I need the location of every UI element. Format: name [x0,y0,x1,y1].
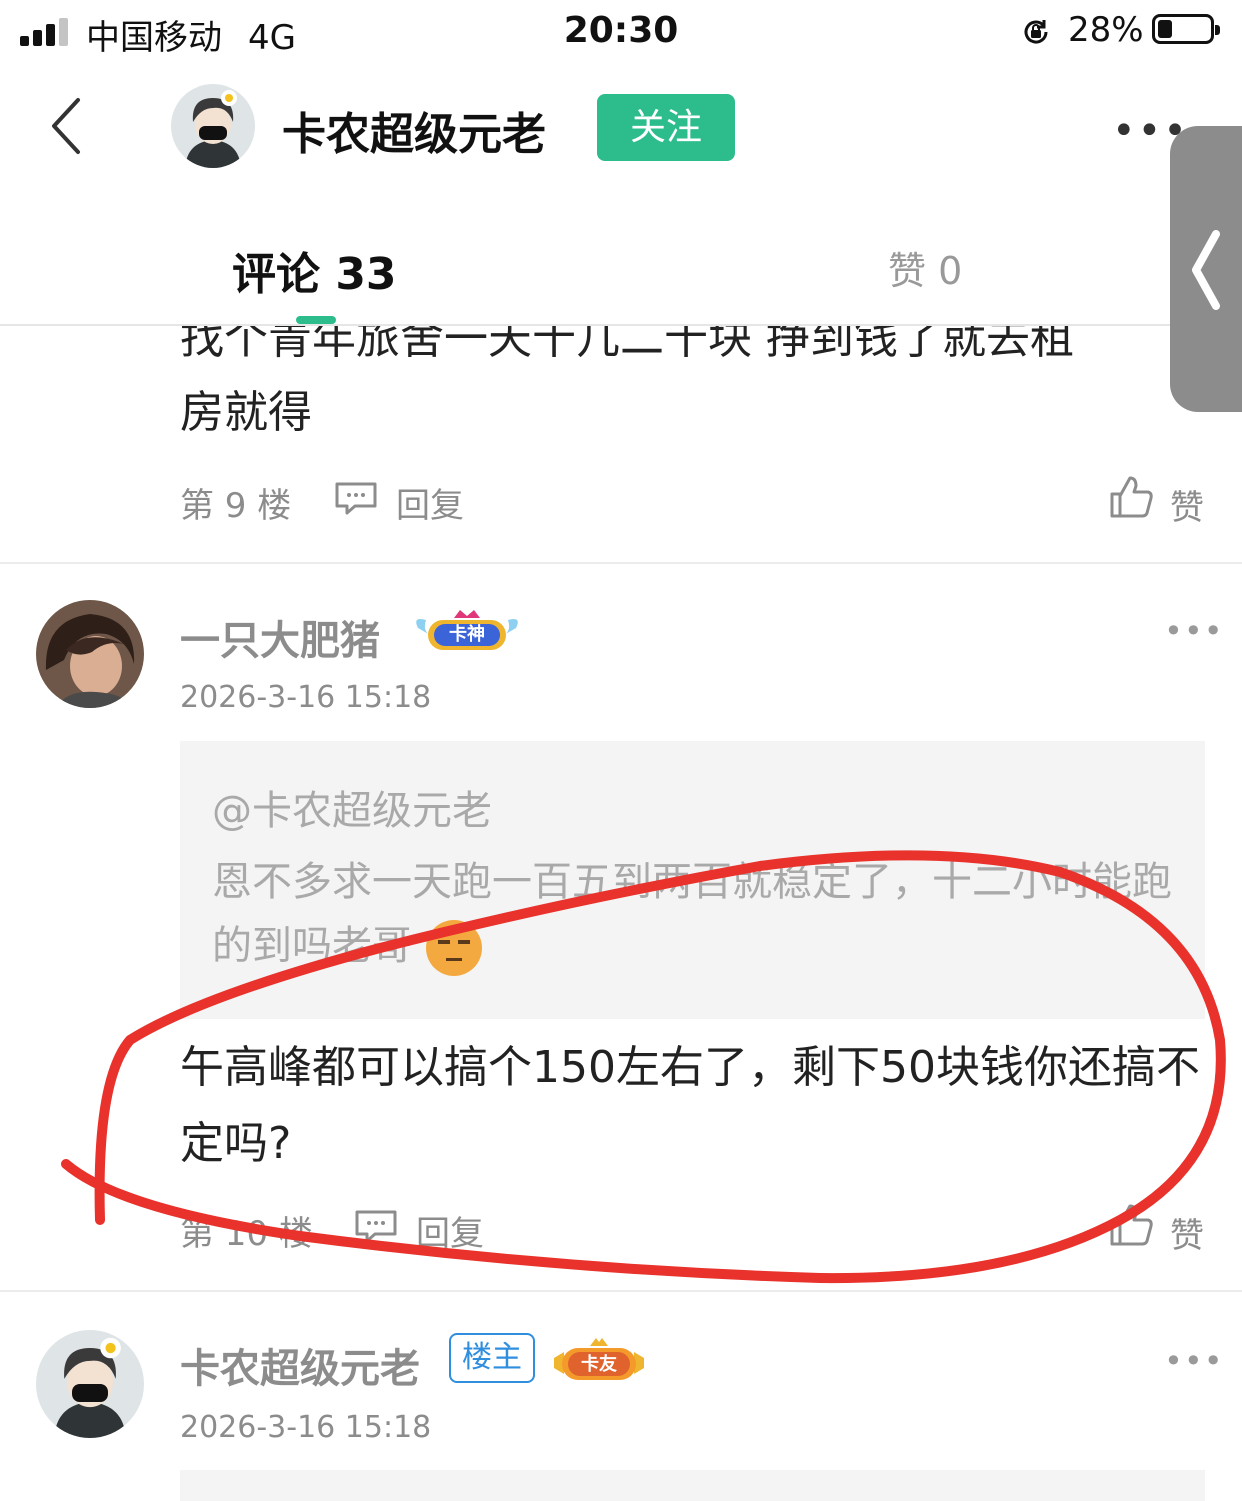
commenter-avatar[interactable] [36,1330,144,1438]
battery-percent: 28% [1068,10,1144,50]
status-bar: 中国移动 4G 20:30 28% [0,0,1242,64]
reply-icon[interactable] [333,480,379,516]
commenter-avatar[interactable] [36,600,144,708]
comment-divider [0,1290,1242,1292]
clock: 20:30 [563,10,679,51]
header-title: 卡农超级元老 [282,109,546,160]
follow-button[interactable]: 关注 [597,94,735,161]
comment-divider [0,562,1242,564]
tab-comments[interactable]: 评论 33 [232,238,397,302]
quoted-mention[interactable]: @卡农超级元老 [212,778,492,836]
side-handle-chevron-icon [1192,230,1220,310]
reply-icon[interactable] [353,1208,399,1244]
angry-emoji-icon [426,920,482,976]
level-badge-label: 卡神 [449,624,485,645]
thumb-up-icon[interactable] [1108,1202,1154,1248]
owner-badge: 楼主 [449,1333,535,1383]
header-avatar[interactable] [171,84,255,168]
comment-date: 2026-3-16 15:18 [180,1410,432,1445]
tab-active-indicator [296,316,336,324]
screen-lock-icon [1024,20,1048,44]
level-badge-label: 卡友 [581,1354,617,1375]
comment-date: 2026-3-16 15:18 [180,680,432,715]
quoted-text-content: 恩不多求一天跑一百五到两百就稳定了，十二小时能跑的到吗老哥 [212,859,1172,969]
comment-text: 房就得 [180,387,312,438]
quoted-text: 恩不多求一天跑一百五到两百就稳定了，十二小时能跑的到吗老哥 [212,850,1172,978]
thumb-up-icon[interactable] [1108,474,1154,520]
comment-text-partial: 找个青年旅舍一天十几二十块 挣到钱了就去租 [180,326,1074,364]
quoted-reply [180,1470,1205,1501]
reply-button[interactable]: 回复 [416,1206,484,1255]
level-badge: 卡友 [550,1334,648,1386]
comment-more-icon[interactable]: ••• [1164,612,1224,650]
like-button[interactable]: 赞 [1170,1208,1204,1257]
commenter-name[interactable]: 卡农超级元老 [180,1336,420,1394]
like-button[interactable]: 赞 [1170,480,1204,529]
back-icon[interactable] [44,96,92,156]
level-badge: 卡神 [412,606,522,656]
battery-icon [1152,14,1220,44]
reply-button[interactable]: 回复 [396,478,464,527]
commenter-name[interactable]: 一只大肥猪 [180,608,380,666]
comment-text: 午高峰都可以搞个150左右了，剩下50块钱你还搞不定吗? [180,1042,1200,1169]
tab-likes[interactable]: 赞 0 [888,240,962,295]
floor-number: 第 9 楼 [180,486,292,526]
comment-more-icon[interactable]: ••• [1164,1342,1224,1380]
floor-number: 第 10 楼 [180,1214,313,1254]
side-drawer-handle[interactable] [1170,126,1242,412]
